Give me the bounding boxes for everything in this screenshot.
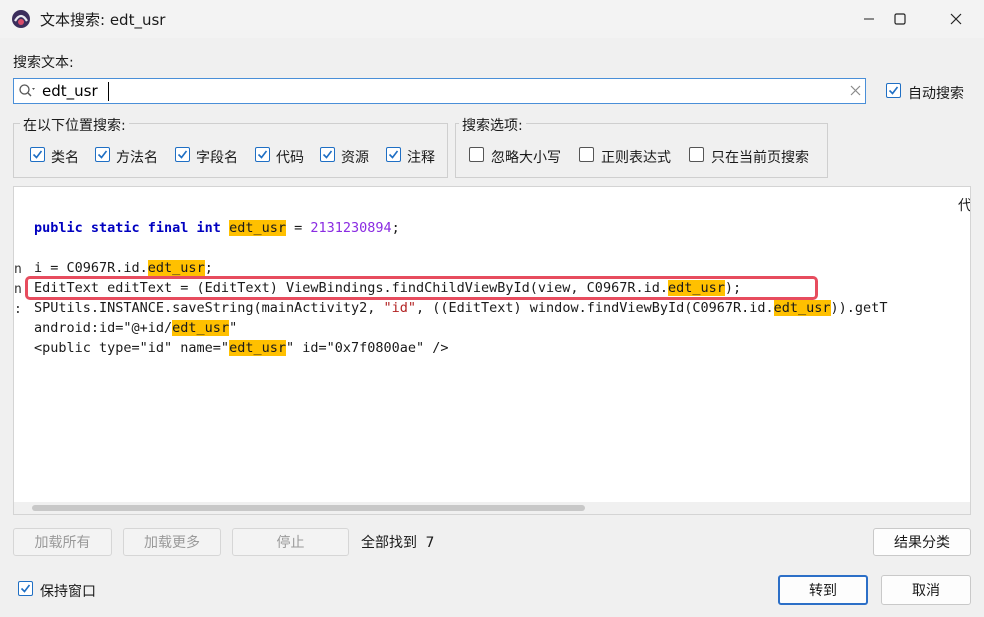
selected-row-highlight	[25, 276, 818, 300]
match-highlight: edt_usr	[147, 260, 205, 276]
load-all-button[interactable]: 加载所有	[13, 528, 112, 556]
code-segment: i = C0967R.id.	[34, 260, 148, 276]
text-caret	[108, 82, 109, 101]
checkmark-icon	[20, 584, 31, 593]
regex-label: 正则表达式	[601, 150, 671, 166]
maximize-button[interactable]	[877, 0, 923, 38]
checkmark-icon	[257, 150, 268, 159]
result-row[interactable]: public static final int edt_usr = 213123…	[34, 220, 400, 236]
found-count: 7	[425, 535, 435, 551]
regex-checkbox[interactable]	[579, 147, 594, 162]
code-segment: )).getT	[830, 300, 888, 316]
comment-checkbox[interactable]	[386, 147, 401, 162]
column-header-code[interactable]: 代	[958, 195, 970, 215]
result-row[interactable]: android:id="@+id/edt_usr"	[34, 320, 237, 336]
search-input[interactable]: edt_usr	[13, 78, 866, 104]
scrollbar-thumb[interactable]	[32, 505, 585, 511]
code-segment: public static final int	[34, 220, 230, 236]
code-segment: 2131230894	[310, 220, 392, 236]
ignore-case-label: 忽略大小写	[491, 150, 561, 166]
result-row[interactable]: SPUtils.INSTANCE.saveString(mainActivity…	[34, 300, 887, 316]
found-count-status: 全部找到 7	[361, 532, 434, 552]
current-page-only-label: 只在当前页搜索	[711, 150, 809, 166]
search-text-label: 搜索文本:	[13, 55, 74, 71]
clear-search-icon[interactable]	[850, 85, 861, 96]
method-name-label: 方法名	[116, 150, 158, 166]
minimize-icon	[864, 18, 874, 20]
code-segment: =	[285, 220, 311, 236]
code-segment: , ((EditText) window.findViewById(C0967R…	[416, 300, 774, 316]
auto-search-label: 自动搜索	[908, 86, 964, 102]
comment-label: 注释	[407, 150, 435, 166]
auto-search-checkbox[interactable]	[886, 83, 901, 98]
cancel-button[interactable]: 取消	[881, 575, 971, 605]
search-location-group-title: 在以下位置搜索:	[20, 115, 129, 135]
search-input-value: edt_usr	[42, 82, 98, 100]
code-segment: android:id="@+id/	[34, 320, 173, 336]
match-highlight: edt_usr	[172, 320, 230, 336]
group-results-button[interactable]: 结果分类	[873, 528, 971, 556]
close-icon	[950, 13, 962, 25]
goto-button[interactable]: 转到	[778, 575, 868, 605]
truncated-node-column: :	[14, 302, 22, 317]
code-checkbox[interactable]	[255, 147, 270, 162]
truncated-node-column: n	[14, 282, 22, 297]
method-name-checkbox[interactable]	[95, 147, 110, 162]
keep-window-checkbox[interactable]	[18, 581, 33, 596]
checkmark-icon	[888, 86, 899, 95]
match-highlight: edt_usr	[229, 220, 286, 236]
result-row[interactable]: <public type="id" name="edt_usr" id="0x7…	[34, 340, 449, 356]
code-segment: ;	[204, 260, 213, 276]
resource-label: 资源	[341, 150, 369, 166]
result-row[interactable]: i = C0967R.id.edt_usr;	[34, 260, 213, 276]
checkmark-icon	[97, 150, 108, 159]
class-name-checkbox[interactable]	[30, 147, 45, 162]
title-bar[interactable]: 文本搜索: edt_usr	[0, 0, 984, 38]
jadx-app-icon	[12, 10, 30, 28]
class-name-label: 类名	[51, 150, 79, 166]
load-more-button[interactable]: 加载更多	[123, 528, 221, 556]
search-options-group-title: 搜索选项:	[459, 115, 526, 135]
checkmark-icon	[32, 150, 43, 159]
match-highlight: edt_usr	[229, 340, 286, 356]
field-name-checkbox[interactable]	[175, 147, 190, 162]
checkmark-icon	[388, 150, 399, 159]
match-highlight: edt_usr	[773, 300, 831, 316]
code-segment: "id"	[383, 300, 417, 316]
maximize-icon	[894, 13, 906, 25]
truncated-node-column: n	[14, 262, 22, 277]
found-label: 全部找到	[361, 535, 417, 551]
code-segment: <public type="id" name="	[34, 340, 230, 356]
close-button[interactable]	[933, 0, 979, 38]
ignore-case-checkbox[interactable]	[469, 147, 484, 162]
keep-window-label: 保持窗口	[40, 584, 96, 600]
search-dropdown-icon[interactable]	[18, 83, 38, 99]
results-table[interactable]: 代 public static final int edt_usr = 2131…	[13, 186, 971, 515]
code-segment: "	[229, 320, 238, 336]
horizontal-scrollbar[interactable]	[14, 502, 970, 514]
window-title: 文本搜索: edt_usr	[40, 11, 166, 29]
code-segment: SPUtils.INSTANCE.saveString(mainActivity…	[34, 300, 384, 316]
stop-button[interactable]: 停止	[232, 528, 349, 556]
resource-checkbox[interactable]	[320, 147, 335, 162]
code-label: 代码	[276, 150, 304, 166]
code-segment: " id="0x7f0800ae" />	[285, 340, 449, 356]
checkmark-icon	[322, 150, 333, 159]
code-segment: ;	[391, 220, 400, 236]
field-name-label: 字段名	[196, 150, 238, 166]
current-page-only-checkbox[interactable]	[689, 147, 704, 162]
checkmark-icon	[177, 150, 188, 159]
